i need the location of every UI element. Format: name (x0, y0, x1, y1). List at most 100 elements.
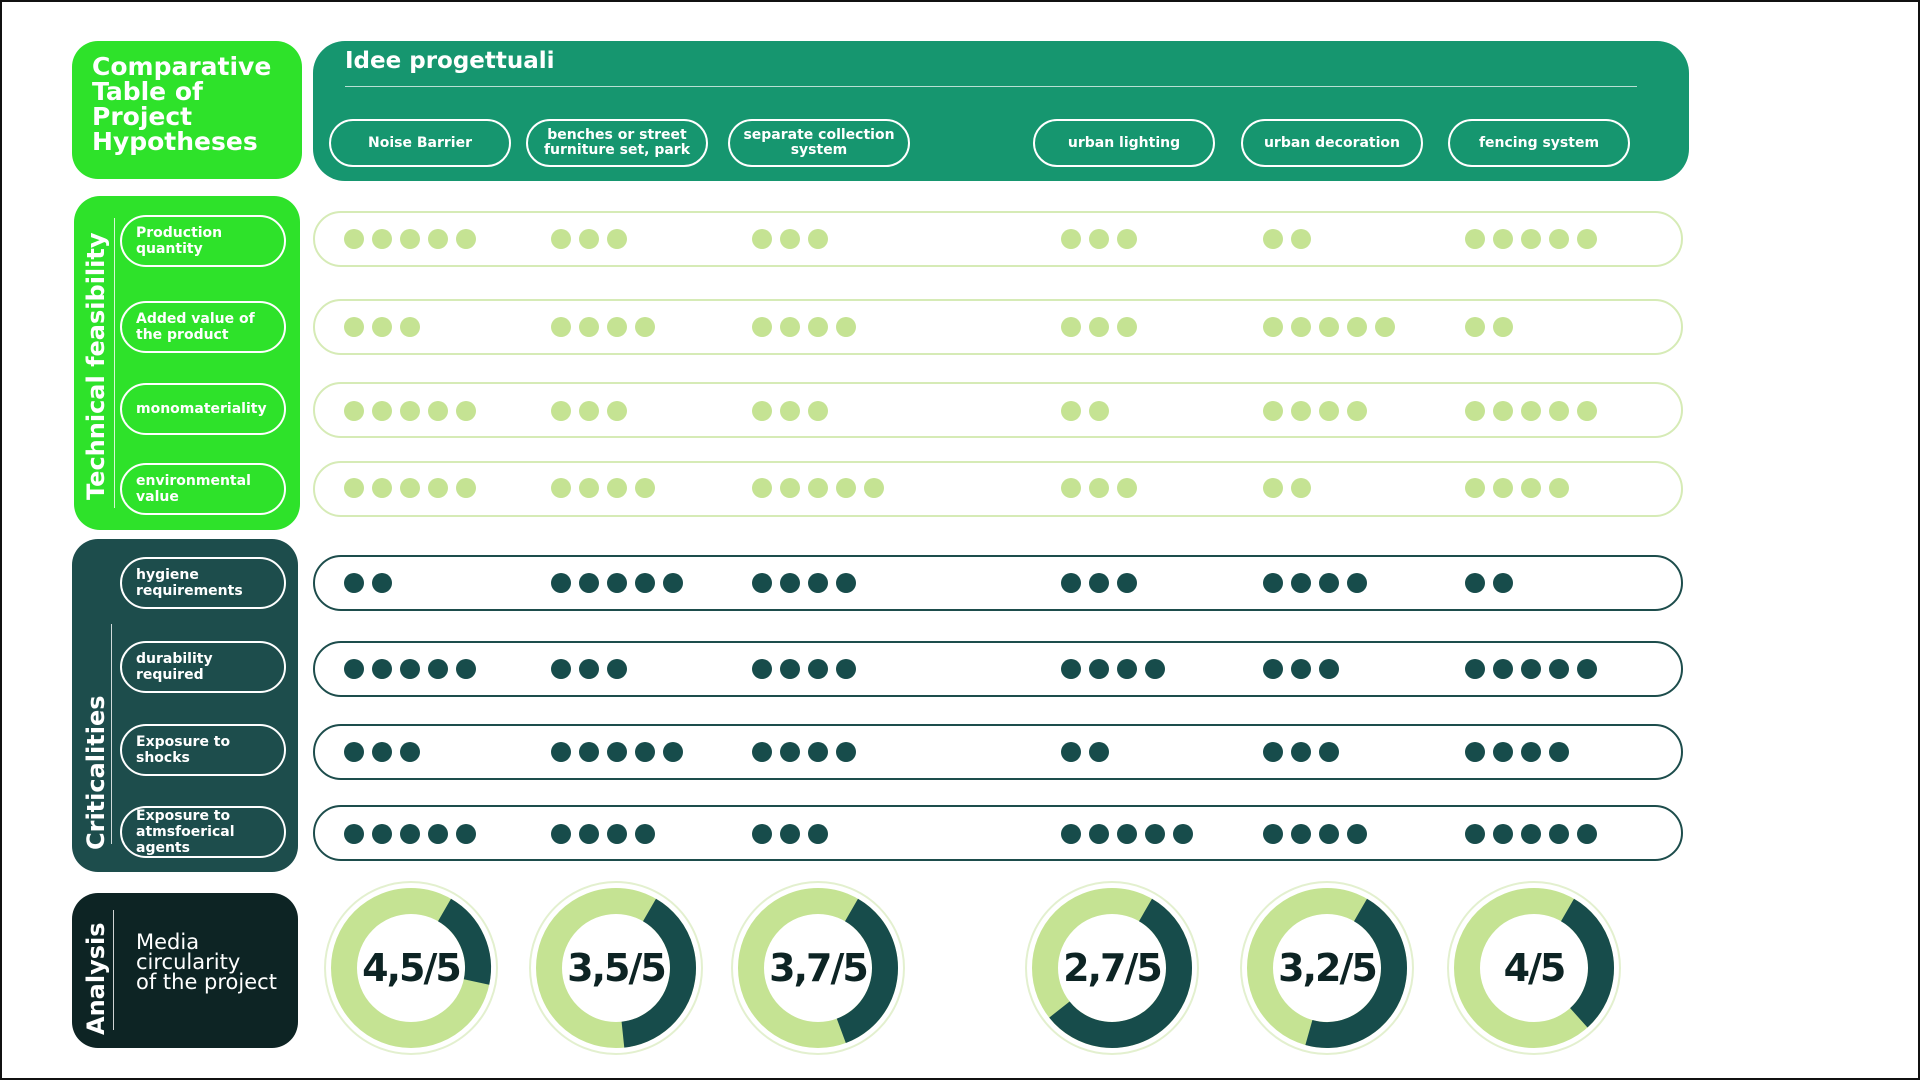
analysis-label: Media circularity of the project (136, 932, 277, 994)
score-dot (400, 317, 420, 337)
analysis-label-line: circularity (136, 950, 241, 974)
score-dot (1061, 478, 1081, 498)
circularity-donut: 3,7/5 (728, 878, 908, 1058)
technical-score-dots (1061, 228, 1137, 250)
row-label-exposure-atmospheric: Exposure to atmsfoerical agents (120, 806, 286, 858)
technical-score-dots (752, 316, 856, 338)
criticality-score-dots (551, 823, 655, 845)
score-dot (1347, 401, 1367, 421)
score-dot (864, 478, 884, 498)
score-dot (1263, 401, 1283, 421)
score-dot (1117, 573, 1137, 593)
criticality-score-dots (1061, 572, 1137, 594)
score-dot (607, 742, 627, 762)
score-dot (1291, 478, 1311, 498)
score-dot (372, 824, 392, 844)
score-dot (780, 401, 800, 421)
technical-score-dots (551, 400, 627, 422)
technical-score-dots (1465, 228, 1597, 250)
technical-score-dots (752, 477, 884, 499)
technical-score-dots (344, 228, 476, 250)
score-dot (372, 573, 392, 593)
score-dot (1089, 573, 1109, 593)
technical-feasibility-title: Technical feasibility (82, 232, 110, 501)
score-dot (808, 573, 828, 593)
score-dot (1319, 742, 1339, 762)
technical-score-dots (1465, 400, 1597, 422)
score-dot (607, 478, 627, 498)
score-dot (808, 317, 828, 337)
score-dot (1549, 478, 1569, 498)
row-label-hygiene: hygiene requirements (120, 557, 286, 609)
score-dot (1549, 742, 1569, 762)
analysis-title: Analysis (82, 922, 110, 1035)
score-dot (456, 659, 476, 679)
criticality-score-dots (752, 823, 828, 845)
score-dot (635, 478, 655, 498)
score-dot (752, 659, 772, 679)
score-dot (1263, 824, 1283, 844)
score-dot (1089, 742, 1109, 762)
score-dot (1347, 317, 1367, 337)
circularity-score-label: 3,7/5 (769, 946, 869, 990)
score-dot (1319, 659, 1339, 679)
score-dot (1493, 317, 1513, 337)
criticality-score-dots (1061, 741, 1109, 763)
score-dot (1493, 742, 1513, 762)
score-dot (1089, 317, 1109, 337)
score-dot (635, 573, 655, 593)
score-dot (780, 229, 800, 249)
criticality-score-dots (1465, 572, 1513, 594)
score-dot (400, 229, 420, 249)
score-dot (1493, 659, 1513, 679)
circularity-donut: 3,5/5 (526, 878, 706, 1058)
project-header-fencing-system: fencing system (1448, 119, 1630, 167)
circularity-score-label: 3,2/5 (1278, 946, 1378, 990)
analysis-label-line: of the project (136, 970, 277, 994)
score-dot (1061, 573, 1081, 593)
score-dot (1145, 659, 1165, 679)
score-dot (428, 824, 448, 844)
score-dot (344, 401, 364, 421)
score-dot (1493, 478, 1513, 498)
criticality-score-dots (344, 741, 420, 763)
score-dot (400, 742, 420, 762)
technical-score-dots (1061, 477, 1137, 499)
score-dot (1577, 401, 1597, 421)
score-dot (780, 317, 800, 337)
score-dot (1549, 229, 1569, 249)
score-dot (551, 229, 571, 249)
score-dot (1319, 573, 1339, 593)
score-dot (1089, 659, 1109, 679)
circularity-donut: 2,7/5 (1022, 878, 1202, 1058)
score-dot (808, 478, 828, 498)
score-dot (836, 573, 856, 593)
circularity-score-label: 4/5 (1503, 946, 1567, 990)
score-dot (780, 824, 800, 844)
score-dot (551, 478, 571, 498)
score-dot (428, 229, 448, 249)
score-dot (1263, 317, 1283, 337)
criticality-score-dots (344, 572, 392, 594)
score-dot (372, 229, 392, 249)
technical-score-dots (752, 228, 828, 250)
score-dot (372, 317, 392, 337)
score-dot (579, 824, 599, 844)
technical-score-dots (1263, 400, 1367, 422)
score-dot (1089, 824, 1109, 844)
score-dot (1291, 824, 1311, 844)
criticality-score-dots (1465, 658, 1597, 680)
score-dot (780, 742, 800, 762)
criticality-score-dots (551, 741, 683, 763)
row-label-durability: durability required (120, 641, 286, 693)
score-dot (1465, 478, 1485, 498)
technical-score-dots (1263, 316, 1395, 338)
score-dot (1089, 401, 1109, 421)
criticality-score-dots (551, 658, 627, 680)
technical-score-dots (551, 316, 655, 338)
score-dot (1291, 573, 1311, 593)
score-dot (1521, 742, 1541, 762)
score-dot (808, 824, 828, 844)
score-dot (1291, 659, 1311, 679)
technical-score-dots (344, 477, 476, 499)
